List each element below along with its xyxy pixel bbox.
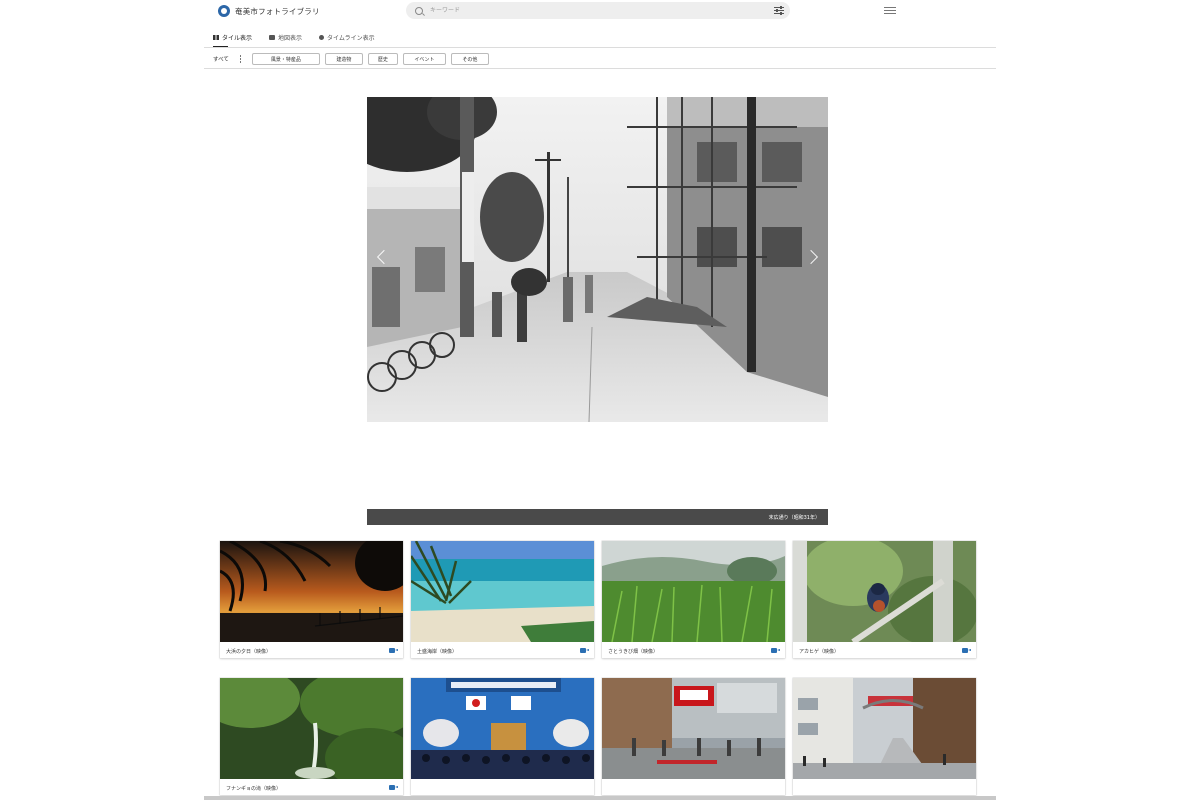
search-input[interactable] [428, 6, 732, 15]
tab-label: 地図表示 [278, 34, 303, 42]
tile-image [793, 541, 976, 642]
photo-tile[interactable]: さとうきび畑（映像） [602, 541, 785, 658]
photo-tile[interactable] [411, 678, 594, 795]
search-bar [406, 2, 790, 19]
tile-image [793, 678, 976, 779]
tile-label: 大浜の夕日（映像） [226, 649, 272, 655]
video-camera-icon [962, 648, 971, 653]
tile-image [220, 541, 403, 642]
photo-tile[interactable]: 大浜の夕日（映像） [220, 541, 403, 658]
sliders-icon[interactable] [774, 6, 784, 15]
view-tabs: タイル表示 地図表示 タイムライン表示 [204, 29, 996, 47]
category-all[interactable]: すべて [213, 51, 229, 69]
chip-scenery[interactable]: 風景・特産品 [251, 53, 320, 65]
video-camera-icon [580, 648, 589, 653]
tile-image [411, 678, 594, 779]
photo-tile[interactable] [602, 678, 785, 795]
search-icon [415, 6, 423, 15]
tab-map-view[interactable]: 地図表示 [260, 29, 310, 45]
photo-tile[interactable]: アカヒゲ（映像） [793, 541, 976, 658]
category-filter-bar: すべて 風景・特産品 建造物 歴史 イベント その他 [204, 50, 996, 69]
kebab-icon[interactable] [239, 55, 242, 63]
divider [204, 68, 996, 69]
tile-image [220, 678, 403, 779]
chip-history[interactable]: 歴史 [367, 53, 398, 65]
photo-tile[interactable] [793, 678, 976, 795]
tab-timeline-view[interactable]: タイムライン表示 [310, 29, 383, 45]
chip-other[interactable]: その他 [450, 53, 489, 65]
chip-buildings[interactable]: 建造物 [324, 53, 363, 65]
hero-carousel[interactable] [367, 97, 828, 422]
tile-image [602, 678, 785, 779]
photo-tile[interactable]: 土盛海岸（映像） [411, 541, 594, 658]
hamburger-menu-icon[interactable] [884, 6, 896, 15]
tab-label: タイル表示 [222, 34, 253, 42]
tile-image [602, 541, 785, 642]
video-camera-icon [389, 648, 398, 653]
tile-label: アカヒゲ（映像） [799, 649, 840, 655]
clock-icon [319, 34, 325, 40]
hero-photo [367, 97, 828, 422]
hero-caption: 末広通り（昭和31年） [367, 509, 828, 525]
tab-label: タイムライン表示 [327, 34, 375, 42]
divider [204, 47, 996, 48]
header: 奄美市フォトライブラリ [204, 0, 996, 26]
site-logo[interactable]: 奄美市フォトライブラリ [218, 5, 320, 17]
grid-icon [213, 34, 219, 40]
chip-events[interactable]: イベント [402, 53, 446, 65]
tile-label: フナンギョの滝（映像） [226, 786, 282, 792]
horizontal-scrollbar[interactable] [204, 796, 996, 800]
video-camera-icon [771, 648, 780, 653]
tile-label: 土盛海岸（映像） [417, 649, 458, 655]
map-icon [269, 34, 276, 40]
photo-library-app: 奄美市フォトライブラリ タイル表示 地図表示 タイムライン表示 [204, 0, 996, 800]
logo-icon [218, 5, 230, 17]
video-camera-icon [389, 785, 398, 790]
site-title: 奄美市フォトライブラリ [235, 6, 320, 16]
tile-image [411, 541, 594, 642]
chevron-right-icon[interactable] [806, 247, 820, 267]
tile-label: さとうきび畑（映像） [608, 649, 659, 655]
photo-tile[interactable]: フナンギョの滝（映像） [220, 678, 403, 795]
chevron-left-icon[interactable] [375, 247, 389, 267]
tab-tile-view[interactable]: タイル表示 [204, 29, 260, 45]
